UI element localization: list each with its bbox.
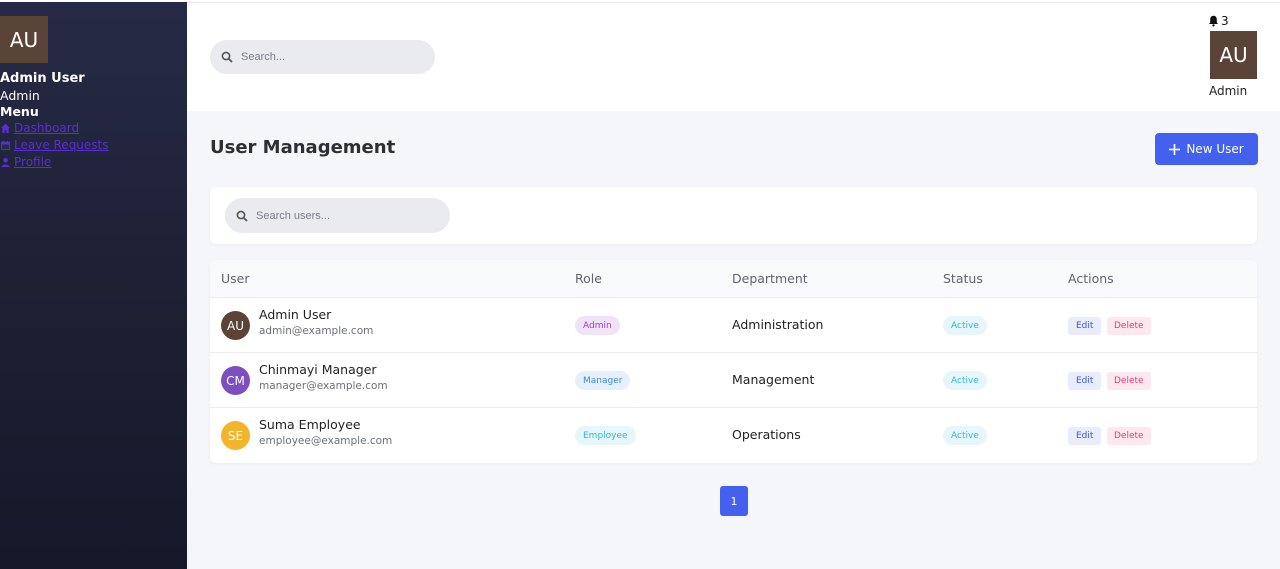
sidebar-item-leave-requests[interactable]: Leave Requests bbox=[0, 137, 187, 154]
calendar-icon bbox=[0, 140, 11, 151]
column-header-department: Department bbox=[732, 271, 808, 286]
plus-icon bbox=[1169, 143, 1181, 155]
delete-button[interactable]: Delete bbox=[1107, 427, 1151, 445]
edit-button[interactable]: Edit bbox=[1068, 372, 1102, 390]
table-row: SE Suma Employee employee@example.com Em… bbox=[210, 407, 1257, 462]
avatar: AU bbox=[221, 311, 250, 340]
main-content: User Management New User User Role Depar… bbox=[187, 111, 1280, 569]
new-user-button[interactable]: New User bbox=[1155, 133, 1258, 165]
bell-icon bbox=[1209, 15, 1218, 27]
status-badge: Active bbox=[943, 371, 987, 390]
user-icon bbox=[1, 157, 10, 168]
table-row: AU Admin User admin@example.com Admin Ad… bbox=[210, 297, 1257, 352]
sidebar-item-dashboard[interactable]: Dashboard bbox=[0, 120, 187, 137]
column-header-role: Role bbox=[575, 271, 602, 286]
notification-count: 3 bbox=[1221, 14, 1229, 28]
user-name: Admin User bbox=[259, 307, 332, 322]
department: Management bbox=[732, 372, 815, 387]
sidebar-avatar: AU bbox=[0, 16, 48, 63]
status-badge: Active bbox=[943, 426, 987, 445]
search-input[interactable] bbox=[241, 51, 411, 63]
avatar[interactable]: AU bbox=[1210, 31, 1257, 79]
sidebar-item-profile[interactable]: Profile bbox=[0, 154, 187, 171]
sidebar-user-name: Admin User bbox=[0, 71, 85, 86]
home-icon bbox=[0, 123, 11, 134]
department: Operations bbox=[732, 427, 801, 442]
search-card bbox=[210, 187, 1257, 244]
new-user-label: New User bbox=[1186, 142, 1244, 156]
column-header-user: User bbox=[221, 271, 250, 286]
table-row: CM Chinmayi Manager manager@example.com … bbox=[210, 352, 1257, 407]
column-header-actions: Actions bbox=[1068, 271, 1114, 286]
sidebar-item-label: Dashboard bbox=[14, 121, 80, 135]
top-bar: 3 AU Admin bbox=[187, 2, 1280, 111]
sidebar: AU Admin User Admin Menu Dashboard Leave… bbox=[0, 2, 187, 569]
user-name: Suma Employee bbox=[259, 417, 361, 432]
users-table: User Role Department Status Actions AU A… bbox=[210, 260, 1257, 463]
status-badge: Active bbox=[943, 316, 987, 335]
user-search[interactable] bbox=[225, 198, 450, 233]
delete-button[interactable]: Delete bbox=[1107, 317, 1151, 335]
edit-button[interactable]: Edit bbox=[1068, 427, 1102, 445]
avatar: CM bbox=[221, 366, 250, 395]
user-email: employee@example.com bbox=[259, 435, 393, 447]
notifications[interactable]: 3 bbox=[1208, 14, 1229, 28]
role-badge: Admin bbox=[575, 316, 620, 335]
role-badge: Employee bbox=[575, 426, 636, 445]
user-name: Chinmayi Manager bbox=[259, 362, 377, 377]
table-header: User Role Department Status Actions bbox=[210, 260, 1257, 297]
search-icon bbox=[236, 210, 248, 222]
edit-button[interactable]: Edit bbox=[1068, 317, 1102, 335]
sidebar-user-role: Admin bbox=[0, 88, 40, 103]
role-badge: Manager bbox=[575, 371, 631, 390]
sidebar-item-label: Profile bbox=[14, 155, 52, 169]
user-email: manager@example.com bbox=[259, 380, 388, 392]
sidebar-menu-title: Menu bbox=[0, 104, 39, 119]
delete-button[interactable]: Delete bbox=[1107, 372, 1151, 390]
column-header-status: Status bbox=[943, 271, 983, 286]
search-icon bbox=[221, 51, 233, 63]
pagination-page-button[interactable]: 1 bbox=[720, 486, 748, 516]
user-search-input[interactable] bbox=[256, 209, 426, 222]
header-user-role: Admin bbox=[1209, 84, 1248, 98]
global-search[interactable] bbox=[210, 40, 435, 74]
page-title: User Management bbox=[210, 137, 396, 158]
department: Administration bbox=[732, 317, 824, 332]
avatar: SE bbox=[221, 421, 250, 450]
user-email: admin@example.com bbox=[259, 325, 374, 337]
sidebar-item-label: Leave Requests bbox=[14, 138, 109, 152]
